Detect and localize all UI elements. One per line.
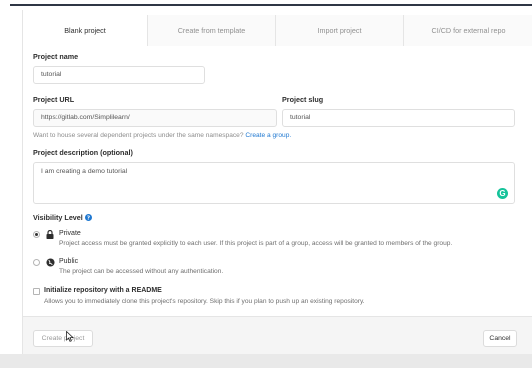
project-tabs: Blank project Create from template Impor…: [23, 15, 532, 46]
create-project-button[interactable]: Create project: [33, 330, 93, 347]
top-navigation-bar: [0, 0, 532, 8]
project-slug-input[interactable]: tutorial: [282, 109, 515, 127]
cancel-button[interactable]: Cancel: [483, 330, 517, 347]
project-description-textarea[interactable]: I am creating a demo tutorial G: [33, 162, 515, 204]
visibility-private-description: Project access must be granted explicitl…: [59, 240, 453, 247]
project-url-label: Project URL: [33, 95, 75, 104]
visibility-level-label: Visibility Level ?: [33, 213, 92, 222]
visibility-public-radio[interactable]: [33, 259, 40, 266]
page-bottom-edge: [0, 354, 532, 368]
question-circle-icon[interactable]: ?: [84, 214, 92, 222]
visibility-private-radio[interactable]: [33, 231, 40, 238]
top-bar-divider: [10, 4, 532, 6]
project-name-input[interactable]: tutorial: [33, 66, 205, 84]
project-slug-label: Project slug: [282, 95, 324, 104]
project-name-label: Project name: [33, 52, 79, 61]
visibility-private-title: Private: [59, 230, 81, 237]
project-description-value: I am creating a demo tutorial: [41, 168, 128, 175]
visibility-public-title: Public: [59, 258, 79, 265]
create-group-link[interactable]: Create a group.: [245, 132, 291, 139]
lock-icon: [46, 230, 54, 239]
svg-text:?: ?: [87, 216, 90, 221]
project-url-input[interactable]: https://gitlab.com/Simplilearn/: [33, 109, 277, 127]
mouse-cursor-icon: [66, 331, 74, 342]
new-project-panel: Blank project Create from template Impor…: [22, 10, 532, 354]
project-description-label: Project description (optional): [33, 148, 133, 157]
visibility-level-text: Visibility Level: [33, 213, 83, 222]
readme-title: Initialize repository with a README: [44, 287, 162, 294]
tab-import-project[interactable]: Import project: [275, 15, 403, 46]
tab-blank-project[interactable]: Blank project: [23, 15, 147, 46]
visibility-public-description: The project can be accessed without any …: [59, 268, 224, 275]
namespace-help-text: Want to house several dependent projects…: [33, 132, 291, 139]
form-actions: Create project Cancel: [23, 316, 532, 354]
grammarly-icon[interactable]: G: [497, 188, 508, 199]
globe-icon: [46, 258, 55, 267]
readme-checkbox[interactable]: [33, 288, 40, 295]
tab-ci-cd-external-repo[interactable]: CI/CD for external repo: [403, 15, 532, 46]
namespace-help-message: Want to house several dependent projects…: [33, 132, 244, 139]
readme-description: Allows you to immediately clone this pro…: [44, 298, 365, 305]
tab-create-from-template[interactable]: Create from template: [147, 15, 275, 46]
